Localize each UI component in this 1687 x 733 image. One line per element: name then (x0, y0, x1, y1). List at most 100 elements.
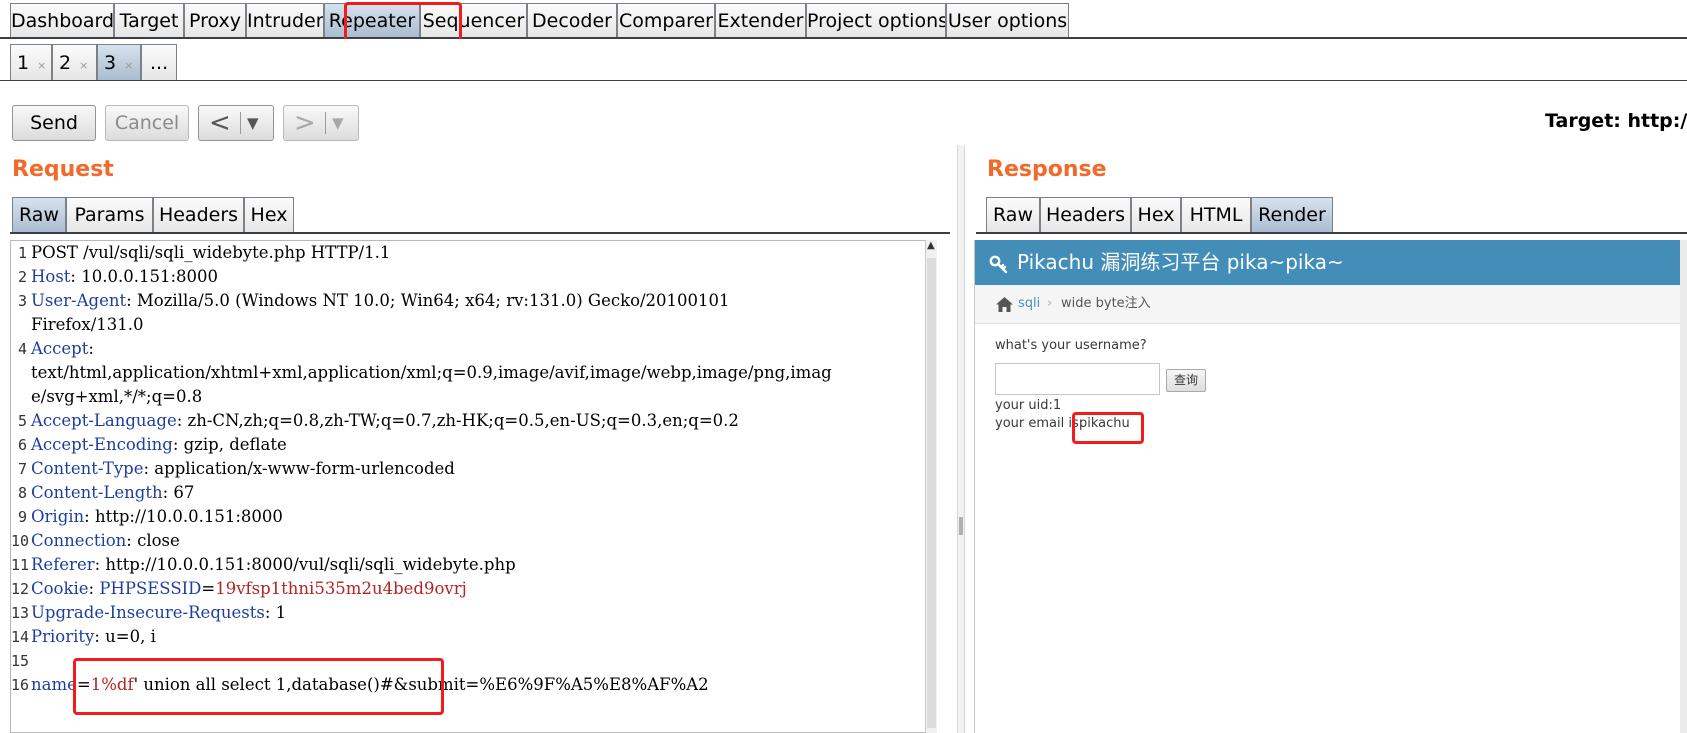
sub-tab-3[interactable]: 3 × (97, 44, 141, 80)
response-tab-bar: Raw Headers Hex HTML Render (986, 197, 1336, 233)
query-button[interactable]: 查询 (1166, 369, 1206, 392)
line-text: Accept-Language: zh-CN,zh;q=0.8,zh-TW;q=… (31, 409, 739, 433)
back-arrow-icon: < (209, 108, 231, 138)
line-number: 12 (11, 580, 30, 598)
response-tab-html[interactable]: HTML (1181, 197, 1251, 233)
line-segment: : application/x-www-form-urlencoded (143, 459, 455, 478)
tab-dashboard[interactable]: Dashboard (10, 3, 114, 37)
close-icon[interactable]: × (79, 59, 88, 72)
line-text: Accept: (31, 337, 94, 361)
header-name: Priority (31, 627, 95, 646)
line-number: 14 (11, 628, 30, 646)
request-title: Request (12, 157, 114, 182)
forward-button[interactable]: > ▼ (283, 105, 359, 141)
chevron-down-icon[interactable]: ▼ (332, 106, 344, 140)
home-icon[interactable] (995, 285, 1014, 323)
sub-tab-more[interactable]: ... (141, 44, 177, 80)
chevron-down-icon[interactable]: ▼ (247, 106, 259, 140)
sub-tab-label: 3 (104, 52, 117, 74)
close-icon[interactable]: × (37, 59, 46, 72)
header-name: Content-Type (31, 459, 144, 478)
response-tab-raw[interactable]: Raw (986, 197, 1040, 233)
tab-sequencer[interactable]: Sequencer (420, 3, 527, 37)
request-tab-params[interactable]: Params (66, 197, 153, 233)
header-name: Accept-Language (31, 411, 177, 430)
request-tab-raw[interactable]: Raw (12, 197, 66, 233)
line-number: 7 (17, 460, 27, 478)
response-tab-headers[interactable]: Headers (1040, 197, 1131, 233)
line-text: Cookie: PHPSESSID=19vfsp1thni535m2u4bed9… (31, 577, 467, 601)
tab-user-options[interactable]: User options (946, 3, 1069, 37)
param-name: name (31, 675, 77, 694)
line-text: Origin: http://10.0.0.151:8000 (31, 505, 283, 529)
line-segment: ' union all select 1,database()#&submit=… (133, 675, 709, 694)
sub-tab-label: 1 (17, 52, 30, 74)
key-icon (989, 240, 1009, 285)
line-number: 9 (17, 508, 27, 526)
tab-decoder[interactable]: Decoder (527, 3, 617, 37)
breadcrumb: sqli › wide byte注入 (975, 285, 1687, 324)
line-text: Accept-Encoding: gzip, deflate (31, 433, 287, 457)
request-tab-headers[interactable]: Headers (153, 197, 244, 233)
line-segment: Firefox/131.0 (31, 315, 144, 334)
line-number: 11 (11, 556, 30, 574)
line-text: e/svg+xml,*/*;q=0.8 (31, 385, 202, 409)
response-scrollbar[interactable] (1680, 240, 1687, 733)
line-segment: : gzip, deflate (172, 435, 287, 454)
pikachu-title: Pikachu 漏洞练习平台 pika~pika~ (1017, 250, 1344, 274)
request-tab-hex[interactable]: Hex (244, 197, 294, 233)
tab-extender[interactable]: Extender (715, 3, 806, 37)
email-label: your email is: (995, 416, 1084, 431)
tab-intruder[interactable]: Intruder (246, 3, 324, 37)
scrollbar-thumb[interactable] (927, 258, 936, 728)
line-segment: : close (126, 531, 180, 550)
close-icon[interactable]: × (124, 59, 133, 72)
response-tab-hex[interactable]: Hex (1131, 197, 1181, 233)
tab-target[interactable]: Target (114, 3, 184, 37)
header-name: Accept-Encoding (31, 435, 173, 454)
username-question: what's your username? (995, 338, 1147, 353)
breadcrumb-link-sqli[interactable]: sqli (1018, 285, 1040, 323)
line-text: Upgrade-Insecure-Requests: 1 (31, 601, 286, 625)
response-title: Response (987, 157, 1107, 182)
line-segment: text/html,application/xhtml+xml,applicat… (31, 363, 832, 382)
sub-tab-label: 2 (59, 52, 72, 74)
line-number: 10 (11, 532, 30, 550)
back-button[interactable]: < ▼ (198, 105, 274, 141)
panel-splitter[interactable] (957, 145, 965, 733)
target-label[interactable]: Target: http://1 (1545, 110, 1687, 132)
pikachu-header: Pikachu 漏洞练习平台 pika~pika~ (975, 240, 1687, 285)
tab-comparer[interactable]: Comparer (617, 3, 715, 37)
line-text: Firefox/131.0 (31, 313, 144, 337)
request-editor[interactable]: 1 POST /vul/sqli/sqli_widebyte.php HTTP/1… (10, 240, 937, 733)
repeater-sub-tab-bar: 1 × 2 × 3 × ... (0, 39, 1687, 81)
tab-proxy[interactable]: Proxy (184, 3, 246, 37)
line-segment: e/svg+xml,*/*;q=0.8 (31, 387, 203, 406)
line-segment: : (88, 579, 100, 598)
request-scrollbar[interactable]: ▲ (925, 240, 937, 733)
sub-tab-2[interactable]: 2 × (52, 44, 97, 80)
line-text: name=1%df' union all select 1,database()… (31, 673, 709, 697)
header-name: Host (31, 267, 71, 286)
splitter-grip[interactable] (959, 517, 963, 535)
header-name: Cookie (31, 579, 89, 598)
line-text: User-Agent: Mozilla/5.0 (Windows NT 10.0… (31, 289, 730, 313)
send-button[interactable]: Send (12, 105, 96, 141)
line-number: 2 (17, 268, 27, 286)
response-tab-render[interactable]: Render (1251, 197, 1333, 233)
tab-project-options[interactable]: Project options (806, 3, 946, 37)
sub-tab-1[interactable]: 1 × (10, 44, 52, 80)
line-segment: = (76, 675, 91, 694)
tab-repeater[interactable]: Repeater (324, 3, 420, 37)
line-number: 4 (17, 340, 27, 358)
line-text: Content-Length: 67 (31, 481, 194, 505)
button-separator (240, 112, 241, 134)
line-number: 3 (17, 292, 27, 310)
scroll-up-icon[interactable]: ▲ (927, 240, 935, 251)
cancel-button[interactable]: Cancel (105, 105, 189, 141)
line-text: text/html,application/xhtml+xml,applicat… (31, 361, 832, 385)
line-segment: = (201, 579, 216, 598)
username-input[interactable] (995, 363, 1160, 395)
line-number: 16 (11, 676, 30, 694)
line-number: 13 (11, 604, 30, 622)
